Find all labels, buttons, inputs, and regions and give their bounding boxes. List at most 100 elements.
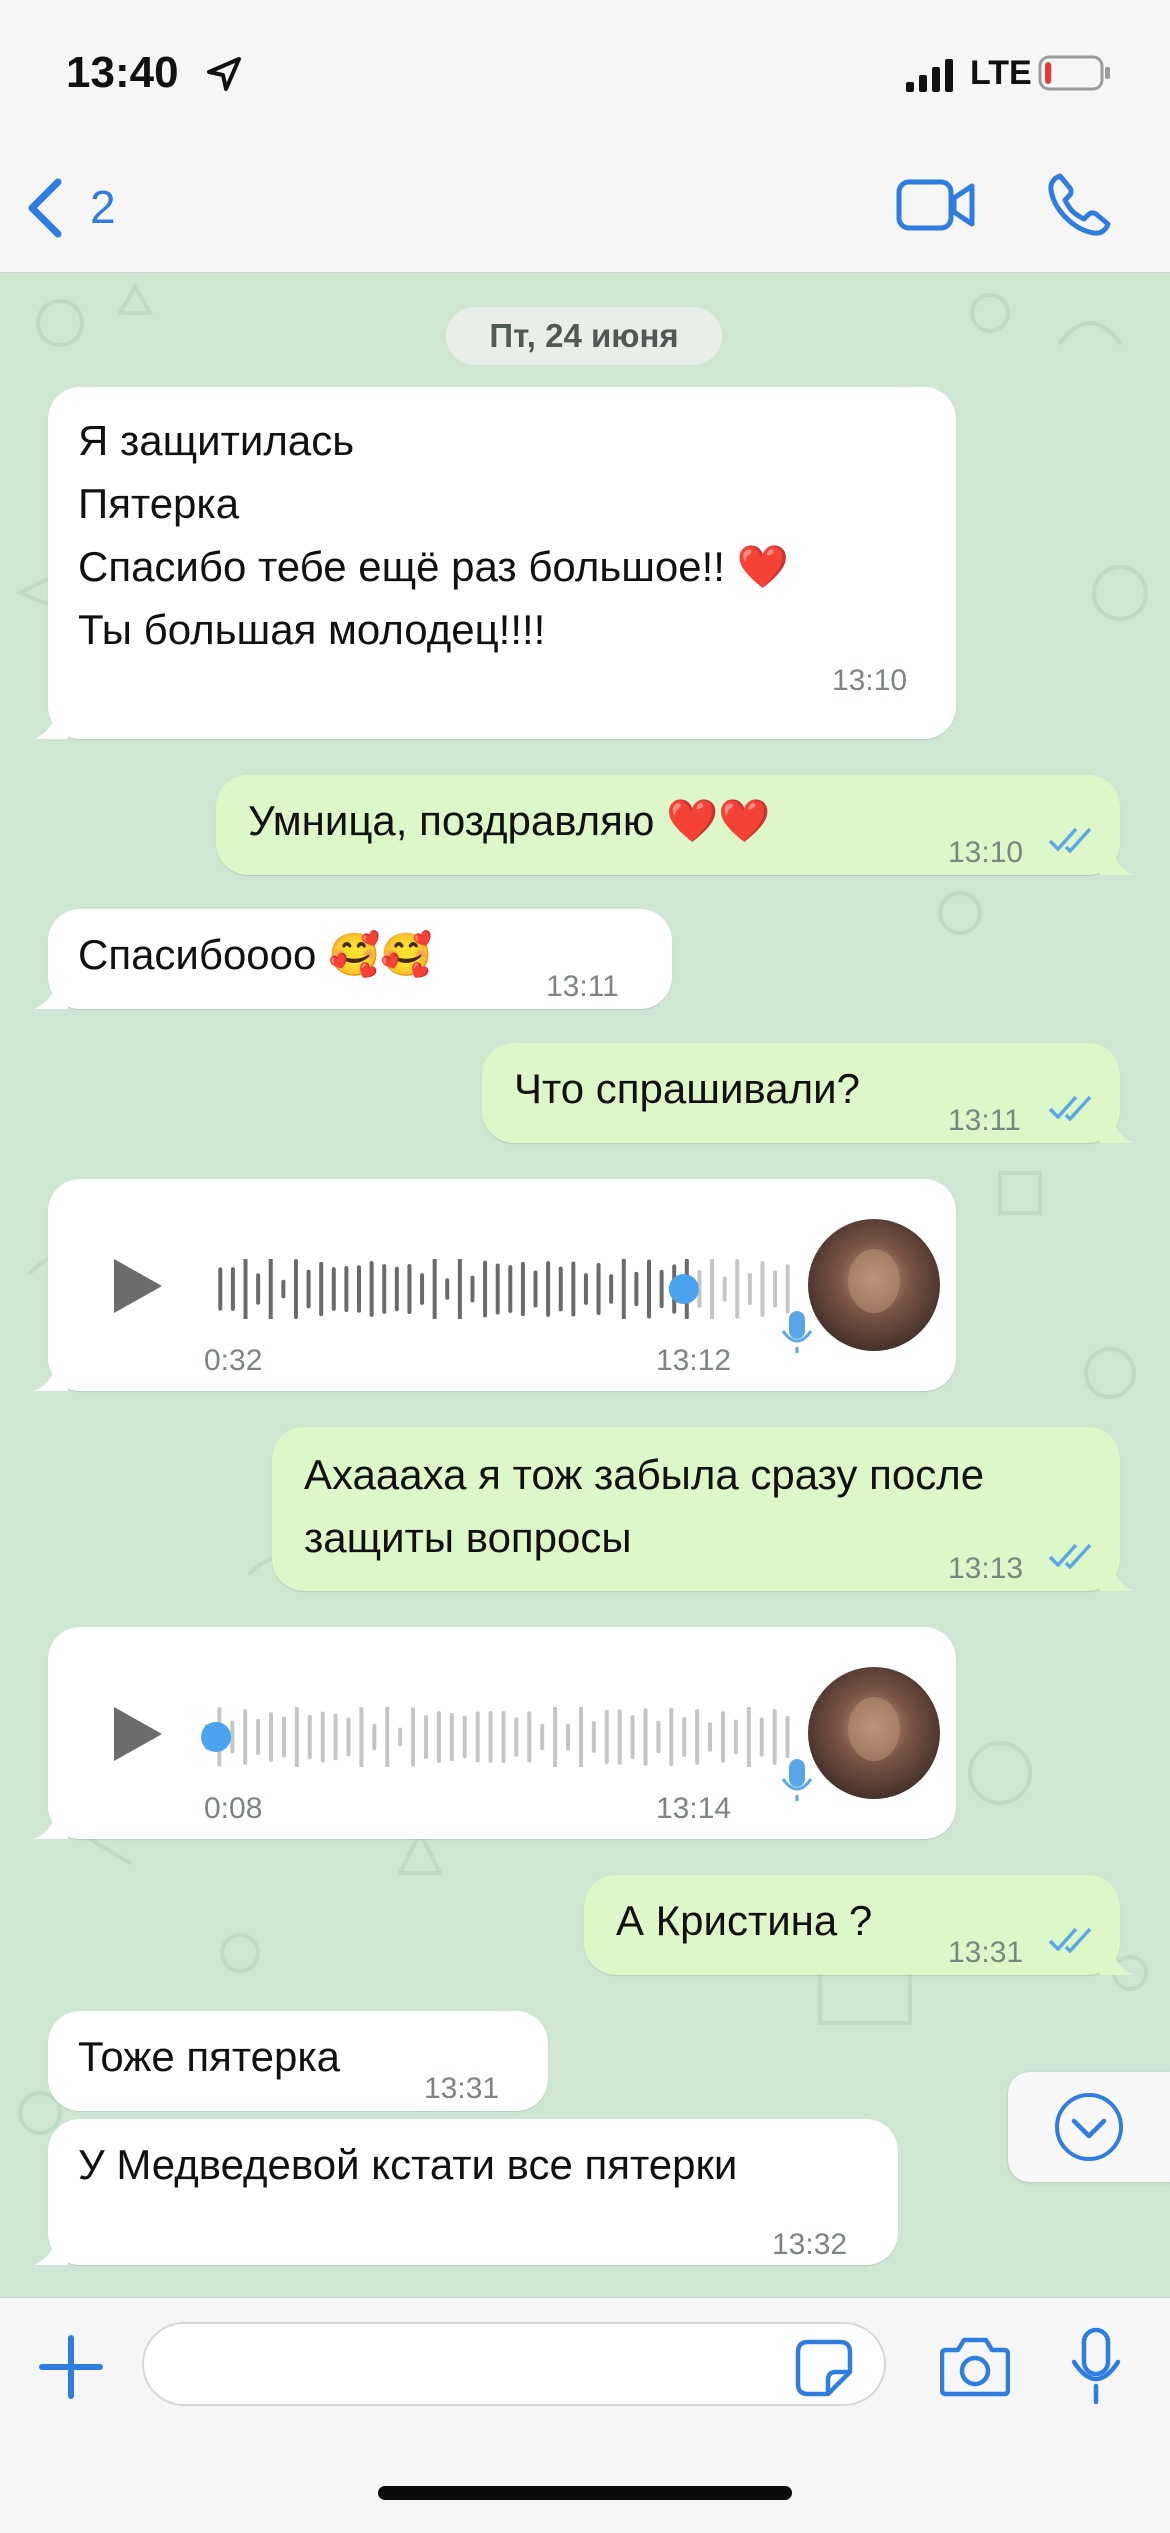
voice-message[interactable]: 0:08 13:14 — [34, 1627, 956, 1839]
avatar-photo — [808, 1219, 940, 1351]
waveform-bar — [346, 1717, 351, 1757]
chat-area[interactable]: Пт, 24 июня Я защитилась Пятерка Спасибо… — [0, 273, 1170, 2297]
playback-position — [201, 1722, 231, 1752]
message-time: 13:10 — [948, 836, 1024, 869]
waveform-bar — [596, 1263, 601, 1315]
waveform-bar — [772, 1709, 777, 1765]
waveform-bar — [359, 1707, 364, 1767]
message-input[interactable] — [174, 2340, 778, 2392]
waveform-bar — [508, 1265, 513, 1313]
scroll-down-button[interactable] — [1008, 2072, 1170, 2182]
camera-icon[interactable] — [940, 2334, 1010, 2398]
message-text: Умница, поздравляю ❤️❤️ — [248, 797, 771, 844]
waveform-bar — [385, 1707, 390, 1767]
voice-duration: 0:32 — [204, 1344, 263, 1377]
back-chevron-icon[interactable] — [22, 176, 68, 240]
message-text: Я защитилась Пятерка Спасибо тебе ещё ра… — [78, 417, 789, 653]
message-text: Ахаааха я тож забыла сразу после защиты … — [304, 1451, 985, 1561]
mic-badge-icon — [781, 1311, 813, 1353]
message-time: 13:10 — [832, 664, 908, 697]
avatar-photo — [808, 1667, 940, 1799]
read-ticks-icon — [1048, 1543, 1092, 1569]
waveform-bar — [398, 1727, 403, 1747]
waveform-icon[interactable] — [214, 1259, 794, 1319]
waveform-bar — [583, 1273, 588, 1305]
video-call-icon[interactable] — [896, 176, 976, 234]
waveform-bar — [218, 1267, 223, 1311]
waveform-bar — [483, 1260, 488, 1318]
waveform-bar — [746, 1707, 751, 1767]
waveform-bar — [319, 1261, 324, 1317]
waveform-bar — [720, 1711, 725, 1763]
message-bubble-outgoing[interactable]: А Кристина ? 13:31 — [584, 1875, 1134, 1975]
waveform-bar — [293, 1259, 298, 1319]
unread-count[interactable]: 2 — [90, 180, 116, 234]
read-ticks-icon — [1048, 1095, 1092, 1121]
chat-header — [0, 150, 1170, 273]
home-indicator — [378, 2486, 792, 2500]
waveform-bar — [411, 1707, 416, 1767]
waveform-bar — [281, 1716, 286, 1758]
bubble-tail — [34, 1357, 68, 1391]
bubble-tail — [1100, 1109, 1134, 1143]
waveform-bar — [501, 1710, 506, 1764]
battery-icon — [1038, 55, 1110, 91]
waveform-bar — [735, 1259, 740, 1319]
message-bubble-incoming[interactable]: Спасибоооо 🥰🥰 13:11 — [34, 909, 672, 1009]
waveform-bar — [773, 1270, 778, 1308]
message-bubble-outgoing[interactable]: Что спрашивали? 13:11 — [482, 1043, 1134, 1143]
message-text: Что спрашивали? — [514, 1065, 860, 1112]
waveform-bar — [420, 1273, 425, 1305]
waveform-bar — [457, 1259, 462, 1319]
waveform-bar — [533, 1270, 538, 1308]
waveform-bar — [372, 1723, 377, 1751]
waveform-bar — [495, 1263, 500, 1315]
waveform-bar — [394, 1266, 399, 1312]
waveform-icon[interactable] — [200, 1707, 794, 1767]
network-type: LTE — [970, 54, 1032, 92]
waveform-bar — [546, 1261, 551, 1317]
read-ticks-icon — [1048, 827, 1092, 853]
waveform-bar — [785, 1264, 790, 1314]
waveform-bar — [621, 1259, 626, 1319]
bubble-tail — [34, 1805, 68, 1839]
message-time: 13:11 — [546, 970, 619, 1003]
waveform-bar — [488, 1711, 493, 1763]
mic-icon[interactable] — [1070, 2326, 1122, 2406]
message-bubble-incoming[interactable]: У Медведевой кстати все пятерки 13:32 — [34, 2119, 898, 2265]
waveform-bar — [269, 1712, 274, 1762]
phone-call-icon[interactable] — [1046, 172, 1112, 238]
message-time: 13:11 — [948, 1104, 1021, 1137]
waveform-bar — [669, 1708, 674, 1766]
waveform-bar — [344, 1265, 349, 1313]
waveform-bar — [520, 1261, 525, 1317]
location-arrow-icon — [207, 57, 241, 91]
waveform-bar — [643, 1708, 648, 1766]
waveform-bar — [747, 1272, 752, 1306]
playback-position — [668, 1274, 699, 1304]
voice-message[interactable]: 0:32 13:12 — [34, 1179, 956, 1391]
waveform-bar — [475, 1711, 480, 1763]
message-input-field[interactable] — [142, 2322, 886, 2406]
play-icon[interactable] — [110, 1703, 166, 1765]
plus-icon[interactable] — [38, 2334, 104, 2400]
waveform-bar — [243, 1259, 248, 1319]
message-bubble-incoming[interactable]: Я защитилась Пятерка Спасибо тебе ещё ра… — [34, 387, 956, 739]
message-bubble-incoming[interactable]: Тоже пятерка 13:31 — [48, 2011, 548, 2111]
play-icon[interactable] — [110, 1255, 166, 1317]
message-text: А Кристина ? — [616, 1897, 873, 1944]
waveform-bar — [436, 1710, 441, 1764]
waveform-bar — [281, 1279, 286, 1299]
read-ticks-icon — [1048, 1927, 1092, 1953]
sticker-icon[interactable] — [794, 2338, 854, 2398]
waveform-bar — [423, 1714, 428, 1760]
waveform-bar — [609, 1274, 614, 1304]
waveform-bar — [659, 1269, 664, 1309]
message-bubble-outgoing[interactable]: Умница, поздравляю ❤️❤️ 13:10 — [216, 775, 1134, 875]
waveform-bar — [617, 1709, 622, 1765]
scroll-down-icon — [1055, 2093, 1123, 2161]
bubble-tail — [1100, 1557, 1134, 1591]
waveform-bar — [553, 1707, 558, 1767]
waveform-bar — [432, 1259, 437, 1319]
message-bubble-outgoing[interactable]: Ахаааха я тож забыла сразу после защиты … — [272, 1427, 1134, 1591]
